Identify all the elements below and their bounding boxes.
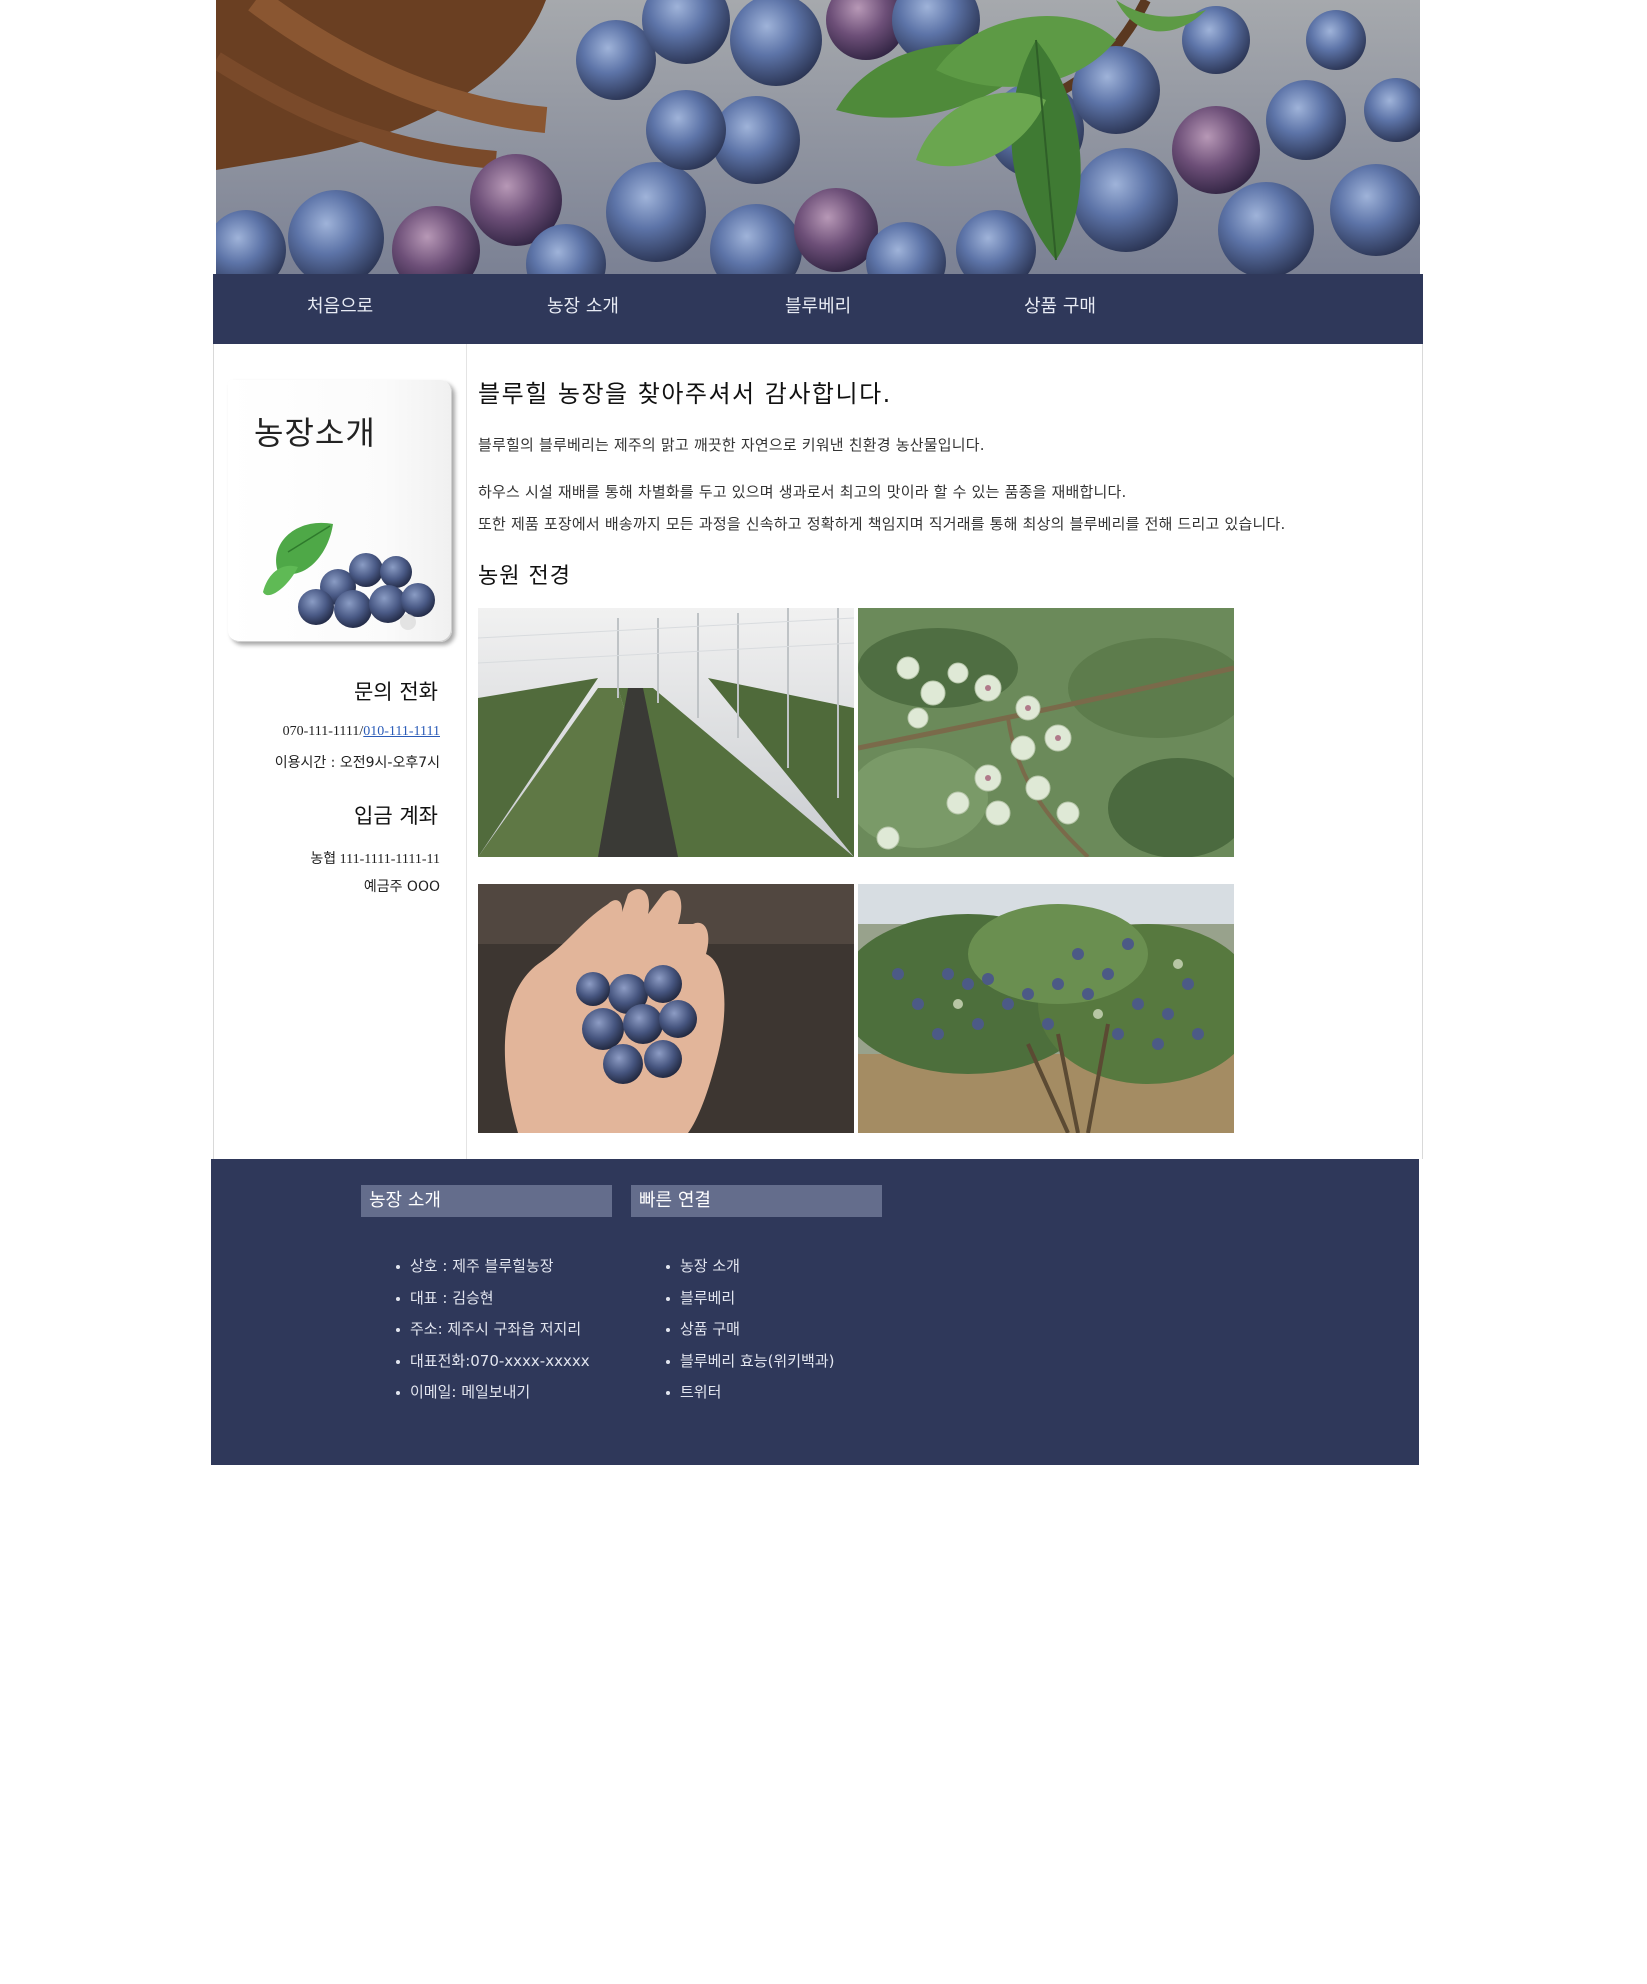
- sidebar-card-title: 농장소개: [254, 414, 376, 452]
- nav-item-home[interactable]: 처음으로: [307, 292, 373, 318]
- account-holder: 예금주 OOO: [363, 879, 440, 895]
- intro-paragraph-1: 블루힐의 블루베리는 제주의 맑고 깨끗한 자연으로 키워낸 친환경 농산물입니…: [478, 436, 985, 454]
- footer-about-item: 주소: 제주시 구좌읍 저지리: [394, 1314, 590, 1346]
- phone-secondary-link[interactable]: 010-111-1111: [363, 724, 440, 739]
- nav-item-farm-intro[interactable]: 농장 소개: [547, 292, 619, 318]
- sidebar-card: 농장소개: [228, 380, 452, 642]
- footer-about-heading: 농장 소개: [361, 1185, 612, 1217]
- account-heading: 입금 계좌: [354, 804, 438, 828]
- main-body: 농장소개 문의 전화 070-111-1111/010-111-1111 이용시…: [213, 344, 1423, 1159]
- header-blueberry-image: [216, 0, 1420, 274]
- main-nav: 처음으로 농장 소개 블루베리 상품 구매: [213, 274, 1423, 345]
- footer-link-purchase[interactable]: 상품 구매: [664, 1314, 834, 1346]
- footer-about-item: 대표 : 김승현: [394, 1283, 590, 1315]
- business-hours: 이용시간 : 오전9시-오후7시: [274, 755, 440, 771]
- greenhouse-image: [478, 608, 854, 857]
- intro-paragraph-3: 또한 제품 포장에서 배송까지 모든 과정을 신속하고 정확하게 책임지며 직거…: [478, 515, 1286, 533]
- footer-links-list: 농장 소개 블루베리 상품 구매 블루베리 효능(위키백과) 트위터: [664, 1251, 834, 1409]
- footer-email-link[interactable]: 이메일: 메일보내기: [394, 1377, 590, 1409]
- blueberry-bush-image: [858, 884, 1234, 1133]
- farm-photo-blossoms[interactable]: [858, 608, 1234, 857]
- farm-photo-bushes[interactable]: [858, 884, 1234, 1133]
- footer-link-twitter[interactable]: 트위터: [664, 1377, 834, 1409]
- footer-links-heading: 빠른 연결: [631, 1185, 882, 1217]
- blueberry-mint-image: [263, 522, 435, 630]
- footer-about-list: 상호 : 제주 블루힐농장 대표 : 김승현 주소: 제주시 구좌읍 저지리 대…: [394, 1251, 590, 1409]
- phone-primary: 070-111-1111/: [282, 724, 364, 739]
- footer-link-farm-intro[interactable]: 농장 소개: [664, 1251, 834, 1283]
- footer-link-wikipedia[interactable]: 블루베리 효능(위키백과): [664, 1346, 834, 1378]
- phone-heading: 문의 전화: [354, 680, 438, 704]
- intro-paragraph-2: 하우스 시설 재배를 통해 차별화를 두고 있으며 생과로서 최고의 맛이라 할…: [478, 483, 1127, 501]
- site-footer: 농장 소개 상호 : 제주 블루힐농장 대표 : 김승현 주소: 제주시 구좌읍…: [211, 1159, 1419, 1465]
- account-number: 농협 111-1111-1111-11: [310, 852, 440, 867]
- farm-photo-greenhouse[interactable]: [478, 608, 854, 857]
- phone-numbers: 070-111-1111/010-111-1111: [283, 724, 440, 740]
- nav-item-purchase[interactable]: 상품 구매: [1024, 292, 1096, 318]
- gallery-title: 농원 전경: [478, 564, 571, 589]
- footer-about-item: 상호 : 제주 블루힐농장: [394, 1251, 590, 1283]
- footer-about-item: 대표전화:070-xxxx-xxxxx: [394, 1346, 590, 1378]
- nav-item-blueberry[interactable]: 블루베리: [785, 292, 851, 318]
- page-title: 블루힐 농장을 찾아주셔서 감사합니다.: [478, 380, 892, 408]
- footer-link-blueberry[interactable]: 블루베리: [664, 1283, 834, 1315]
- farm-photo-handful[interactable]: [478, 884, 854, 1133]
- sidebar: 농장소개 문의 전화 070-111-1111/010-111-1111 이용시…: [214, 344, 467, 1159]
- hand-with-blueberries-image: [478, 884, 854, 1133]
- header-photo: [216, 0, 1420, 274]
- blueberry-blossom-image: [858, 608, 1234, 857]
